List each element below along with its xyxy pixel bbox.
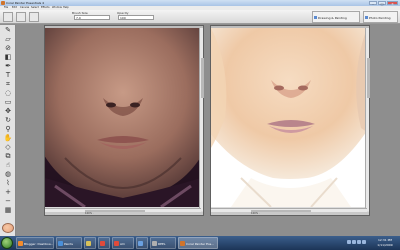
- zoom-in-tool-icon[interactable]: +: [3, 188, 13, 197]
- eraser-tool-icon[interactable]: ▱: [3, 35, 13, 44]
- source-face-photo: [45, 28, 201, 207]
- brush-variant-button[interactable]: [16, 12, 26, 22]
- taskbar-item-alli[interactable]: Alli: [112, 237, 134, 249]
- paint-bucket-tool-icon[interactable]: ◧: [3, 53, 13, 62]
- app-icon: [1, 1, 5, 5]
- document-status: 100% ·: [45, 212, 203, 215]
- taskbar-item-reel[interactable]: REEL: [150, 237, 176, 249]
- document-window-painting: 100% ·: [210, 25, 370, 216]
- brush-size-field[interactable]: 7.0: [74, 15, 110, 20]
- workspace-dropdown-photo-label: Photo Painting: [369, 16, 391, 20]
- lasso-tool-icon[interactable]: ◌: [3, 89, 13, 98]
- crop-tool-icon[interactable]: ⌗: [3, 80, 13, 89]
- app-icon: [100, 241, 105, 246]
- rectangle-select-tool-icon[interactable]: ▭: [3, 98, 13, 107]
- grabber-tool-icon[interactable]: ✋: [3, 134, 13, 143]
- workspace-icon: [314, 16, 317, 19]
- painted-face-artwork: [211, 28, 367, 207]
- shape-tool-icon[interactable]: ◇: [3, 143, 13, 152]
- painting-canvas[interactable]: [211, 28, 367, 207]
- document-window-photo: 100% ·: [44, 25, 204, 216]
- taskbar-item-blogger[interactable]: Blogger: Dashboa...: [16, 237, 54, 249]
- taskbar: Blogger: Dashboa... Paints Alli REEL Cor…: [0, 236, 400, 250]
- grid-tool-icon[interactable]: ▦: [3, 206, 13, 215]
- document-status: 100% ·: [211, 212, 369, 215]
- explorer-icon: [138, 241, 143, 246]
- close-button[interactable]: ✕: [387, 1, 398, 6]
- smudge-tool-icon[interactable]: ☝: [3, 161, 13, 170]
- scroll-thumb[interactable]: [200, 58, 204, 98]
- start-button[interactable]: [1, 237, 13, 249]
- taskbar-item-folder[interactable]: [84, 237, 96, 249]
- taskbar-item-corel-painter[interactable]: Corel Painter Ess...: [178, 237, 218, 249]
- photo-canvas[interactable]: [45, 28, 201, 207]
- network-icon[interactable]: [347, 240, 351, 244]
- media-icon: [152, 241, 157, 246]
- scroll-thumb[interactable]: [366, 58, 370, 98]
- app-icon: [114, 241, 119, 246]
- browser-icon: [18, 241, 23, 246]
- dropper-tool-icon[interactable]: ⊘: [3, 44, 13, 53]
- vertical-scrollbar[interactable]: [199, 28, 204, 211]
- property-bar: Brush Size 7.0 Opacity 100 Drawing & Pai…: [0, 10, 400, 24]
- folder-icon: [86, 241, 91, 246]
- clone-tool-icon[interactable]: ⧉: [3, 152, 13, 161]
- volume-icon[interactable]: [352, 240, 356, 244]
- taskbar-item-paints[interactable]: Paints: [56, 237, 82, 249]
- brush-tool-icon[interactable]: ✎: [3, 26, 13, 35]
- taskbar-item-explorer[interactable]: [136, 237, 148, 249]
- brush-selector-button[interactable]: [3, 12, 13, 22]
- painter-icon: [180, 241, 185, 246]
- taskbar-item-label: Paints: [64, 242, 73, 246]
- security-icon[interactable]: [362, 240, 366, 244]
- rotate-tool-icon[interactable]: ↻: [3, 116, 13, 125]
- magnifier-tool-icon[interactable]: ⚲: [3, 125, 13, 134]
- color-swatch[interactable]: [2, 223, 14, 233]
- maximize-button[interactable]: □: [378, 1, 386, 6]
- blender-tool-icon[interactable]: ◍: [3, 170, 13, 179]
- system-tray: [347, 240, 367, 246]
- taskbar-item-app[interactable]: [98, 237, 110, 249]
- toolbox: ✎ ▱ ⊘ ◧ ✒ T ⌗ ◌ ▭ ✥ ↻ ⚲ ✋ ◇ ⧉ ☝ ◍ ⌇ + − …: [0, 25, 16, 236]
- battery-icon[interactable]: [357, 240, 361, 244]
- photo-icon: [365, 16, 368, 19]
- vertical-scrollbar[interactable]: [365, 28, 370, 211]
- taskbar-item-label: Corel Painter Ess...: [186, 242, 215, 246]
- taskbar-item-label: REEL: [158, 242, 166, 246]
- app-window: Corel Painter Essentials 4 – □ ✕ File Ed…: [0, 0, 400, 250]
- opacity-field[interactable]: 100: [118, 15, 154, 20]
- distort-tool-icon[interactable]: ⌇: [3, 179, 13, 188]
- workspace-dropdown-photo[interactable]: Photo Painting: [363, 11, 398, 23]
- workspace-dropdown-drawing-label: Drawing & Painting: [318, 16, 347, 20]
- text-tool-icon[interactable]: T: [3, 71, 13, 80]
- taskbar-item-label: Blogger: Dashboa...: [24, 242, 54, 246]
- clock-date[interactable]: 1/11/2009: [371, 243, 399, 247]
- reset-tool-button[interactable]: [29, 12, 39, 22]
- workspace-dropdown-drawing[interactable]: Drawing & Painting: [312, 11, 360, 23]
- zoom-out-tool-icon[interactable]: −: [3, 197, 13, 206]
- clock-time[interactable]: 12:31 PM: [371, 238, 399, 242]
- pen-tool-icon[interactable]: ✒: [3, 62, 13, 71]
- move-tool-icon[interactable]: ✥: [3, 107, 13, 116]
- minimize-button[interactable]: –: [369, 1, 377, 6]
- taskbar-item-label: Alli: [120, 242, 125, 246]
- paint-icon: [58, 241, 63, 246]
